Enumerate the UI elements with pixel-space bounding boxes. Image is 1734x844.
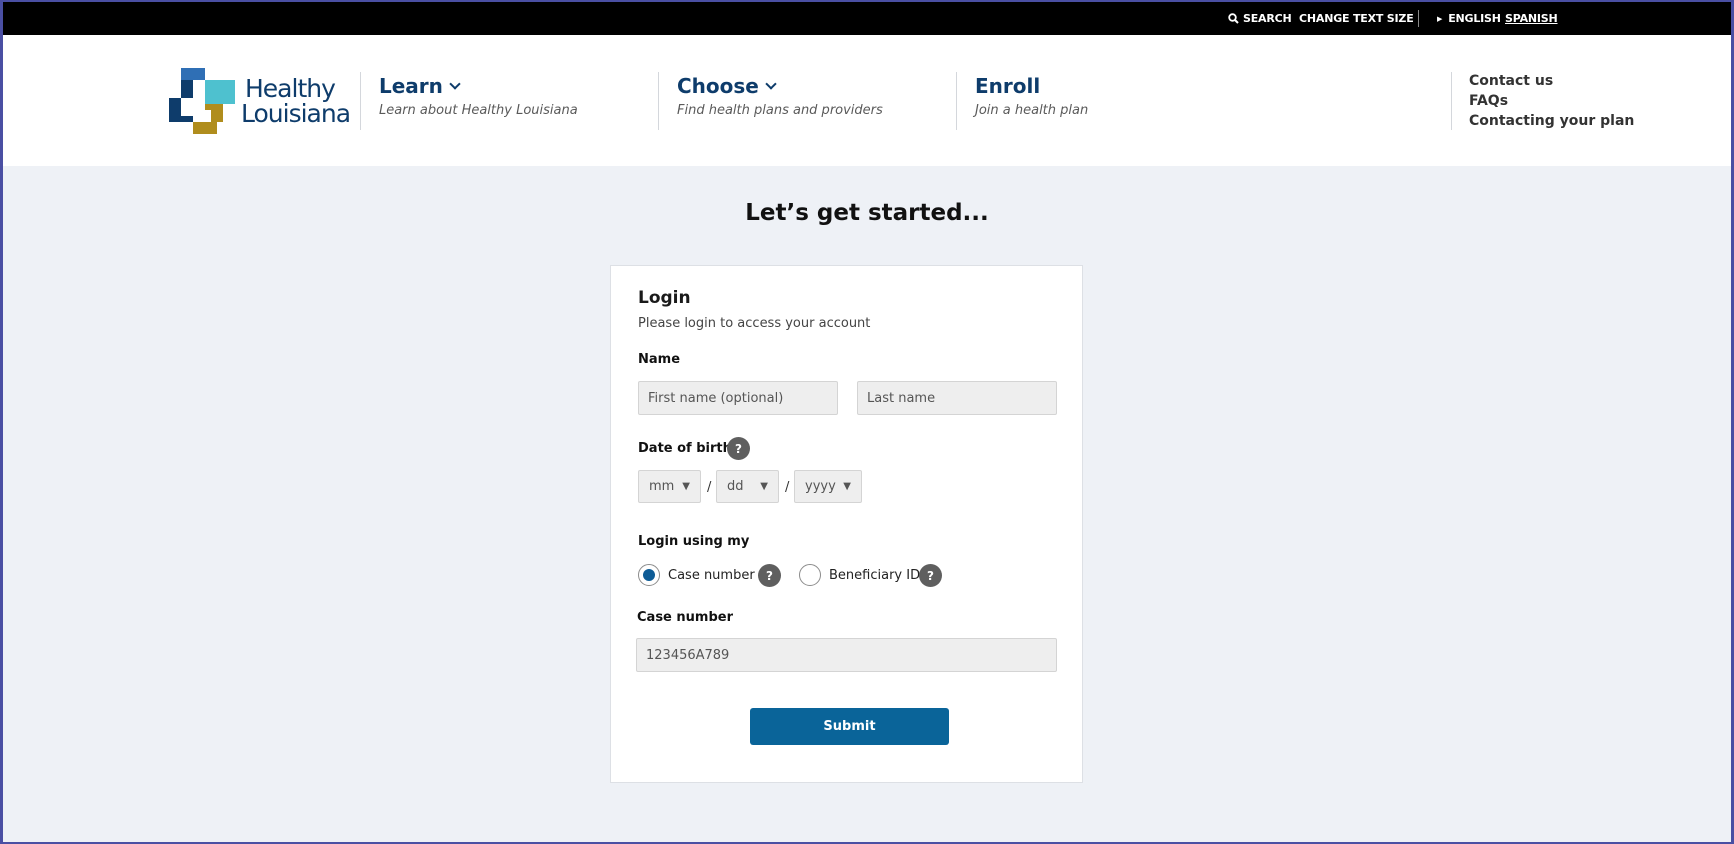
dob-month-select[interactable]: mm ▼ <box>638 470 701 503</box>
cross-logo-icon <box>169 68 235 134</box>
case-number-input[interactable] <box>636 638 1057 672</box>
case-number-label: Case number <box>637 610 733 625</box>
dob-month-value: mm <box>649 479 675 494</box>
dob-year-select[interactable]: yyyy ▼ <box>794 470 862 503</box>
dob-day-value: dd <box>727 479 744 494</box>
caret-right-icon: ▶ <box>1437 14 1443 23</box>
logo-line-2: Louisiana <box>241 99 351 128</box>
nav-enroll-label: Enroll <box>975 74 1041 98</box>
change-text-size-link[interactable]: CHANGE TEXT SIZE <box>1299 2 1414 35</box>
last-name-input[interactable] <box>857 381 1057 415</box>
dropdown-arrow-icon: ▼ <box>760 481 768 492</box>
contact-us-link[interactable]: Contact us <box>1469 71 1634 91</box>
english-link[interactable]: ▶ ENGLISH <box>1437 2 1501 35</box>
name-label: Name <box>638 352 681 367</box>
dropdown-arrow-icon: ▼ <box>843 481 851 492</box>
search-label: SEARCH <box>1243 12 1292 25</box>
dob-label: Date of birth <box>638 441 732 456</box>
dob-day-select[interactable]: dd ▼ <box>716 470 779 503</box>
site-header: Healthy Louisiana Learn Learn about Heal… <box>3 35 1731 166</box>
nav-choose-subtitle: Find health plans and providers <box>677 103 883 118</box>
nav-divider <box>1451 72 1452 130</box>
nav-enroll-subtitle: Join a health plan <box>975 103 1089 118</box>
beneficiary-id-radio-label[interactable]: Beneficiary ID <box>829 568 920 583</box>
beneficiary-id-help-icon[interactable]: ? <box>919 564 942 587</box>
case-number-radio[interactable] <box>638 564 660 586</box>
nav-divider <box>956 72 957 130</box>
login-subheading: Please login to access your account <box>638 316 871 331</box>
beneficiary-id-radio[interactable] <box>799 564 821 586</box>
chevron-down-icon <box>765 78 777 90</box>
nav-enroll-title: Enroll <box>975 74 1088 98</box>
faqs-link[interactable]: FAQs <box>1469 91 1634 111</box>
nav-choose-label: Choose <box>677 74 759 98</box>
search-icon <box>1228 13 1239 24</box>
first-name-input[interactable] <box>638 381 838 415</box>
search-link[interactable]: SEARCH <box>1228 2 1292 35</box>
login-card: Login Please login to access your accoun… <box>610 265 1083 783</box>
spanish-link[interactable]: SPANISH <box>1505 2 1558 35</box>
nav-divider <box>658 72 659 130</box>
chevron-down-icon <box>449 78 461 90</box>
nav-choose-title: Choose <box>677 74 883 98</box>
submit-button[interactable]: Submit <box>750 708 949 745</box>
english-label: ENGLISH <box>1448 12 1501 25</box>
nav-learn-subtitle: Learn about Healthy Louisiana <box>379 103 578 118</box>
nav-learn[interactable]: Learn Learn about Healthy Louisiana <box>379 74 578 118</box>
nav-divider <box>360 72 361 130</box>
quick-links: Contact us FAQs Contacting your plan <box>1469 71 1634 131</box>
login-heading: Login <box>638 288 691 308</box>
case-number-radio-label[interactable]: Case number <box>668 568 755 583</box>
page-title: Let’s get started... <box>745 200 989 226</box>
utility-divider <box>1418 10 1419 27</box>
utility-bar: SEARCH CHANGE TEXT SIZE ▶ ENGLISH SPANIS… <box>3 0 1731 35</box>
dob-separator: / <box>785 480 790 495</box>
dob-help-icon[interactable]: ? <box>727 437 750 460</box>
contacting-your-plan-link[interactable]: Contacting your plan <box>1469 111 1634 131</box>
case-number-help-icon[interactable]: ? <box>758 564 781 587</box>
logo-line-1: Healthy <box>245 74 336 103</box>
nav-choose[interactable]: Choose Find health plans and providers <box>677 74 883 118</box>
logo-wordmark: Healthy Louisiana <box>241 74 351 128</box>
dropdown-arrow-icon: ▼ <box>682 481 690 492</box>
nav-learn-label: Learn <box>379 74 443 98</box>
nav-learn-title: Learn <box>379 74 578 98</box>
nav-enroll[interactable]: Enroll Join a health plan <box>975 74 1088 118</box>
dob-separator: / <box>707 480 712 495</box>
dob-year-value: yyyy <box>805 479 836 494</box>
login-using-label: Login using my <box>638 534 750 549</box>
healthy-louisiana-logo[interactable]: Healthy Louisiana <box>169 68 351 134</box>
